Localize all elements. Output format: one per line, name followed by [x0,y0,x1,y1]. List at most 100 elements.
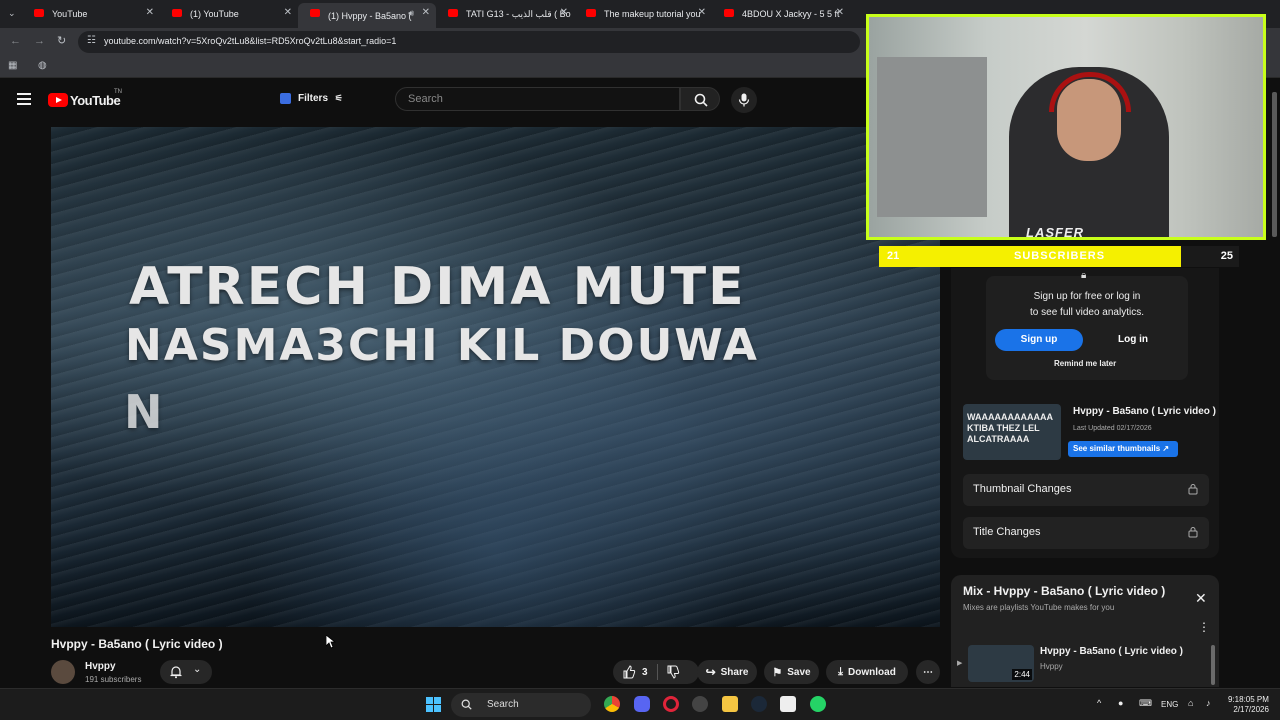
search-button[interactable] [680,87,720,111]
video-player[interactable]: ATRECH DIMA MUTE NASMA3CHI KIL DOUWA N [51,127,940,627]
mix-subtitle: Mixes are playlists YouTube makes for yo… [963,603,1115,612]
tab-title: (1) Hvppy - Ba5ano ( [328,10,412,21]
lyric-line-3: N [124,385,165,439]
youtube-favicon-icon [586,9,596,17]
opera-icon[interactable] [663,696,679,712]
tab-title: (1) YouTube [190,9,239,19]
mix-item-channel: Hvppy [1040,662,1063,671]
network-icon[interactable]: ⌂ [1188,698,1193,708]
more-options-icon[interactable]: ⋮ [1198,620,1210,634]
obs-icon[interactable] [692,696,708,712]
search-input[interactable]: Search [395,87,680,111]
language-indicator[interactable]: ENG [1161,700,1178,709]
search-icon [461,699,472,710]
back-icon[interactable]: ← [10,35,21,47]
tab-hvppy-active[interactable]: (1) Hvppy - Ba5ano ( 🔊︎ ✕ [298,3,436,28]
like-divider [656,664,658,680]
mix-scrollbar[interactable] [1211,645,1215,685]
channel-subscribers: 191 subscribers [85,675,142,684]
channel-avatar[interactable] [51,660,75,684]
subscriber-count: 21 [887,250,900,262]
save-label: Save [787,666,811,678]
title-changes-row[interactable]: Title Changes [963,517,1209,549]
tab-title: YouTube [52,9,88,19]
mouse-cursor-icon [326,635,336,649]
download-button[interactable]: ⤓ Download [826,660,908,684]
play-triangle-icon [56,97,62,103]
close-tab-icon[interactable]: ✕ [422,7,430,18]
remind-later-link[interactable]: Remind me later [1054,359,1116,368]
thumbs-up-icon[interactable] [622,665,636,679]
volume-icon[interactable]: ♪ [1206,698,1211,708]
taskbar-search-label: Search [487,699,519,710]
webcam-shelf [877,57,987,217]
microphone-icon [738,93,750,107]
lyric-line-1: ATRECH DIMA MUTE [129,257,746,317]
filters-button[interactable]: Filters ⚟ [276,88,351,110]
page-scrollbar[interactable] [1272,92,1277,237]
search-icon [694,93,708,107]
discord-icon[interactable] [634,696,650,712]
url-text: youtube.com/watch?v=5XroQv2tLu8&list=RD5… [104,36,397,46]
subscription-bell-button[interactable]: ⌄ [160,660,212,684]
menu-hamburger-icon[interactable] [17,93,31,105]
system-clock[interactable]: 9:18:05 PM 2/17/2026 [1228,695,1269,715]
steam-icon[interactable] [751,696,767,712]
tray-mic-icon[interactable]: ● [1118,698,1123,708]
sliders-icon: ⚟ [334,93,343,103]
channel-name[interactable]: Hvppy [85,661,116,672]
speaker-icon[interactable]: 🔊︎ [408,8,414,19]
youtube-favicon-icon [172,9,182,17]
mix-item-thumbnail[interactable]: 2:44 [968,645,1034,682]
youtube-favicon-icon [448,9,458,17]
thumbs-down-icon[interactable] [666,665,680,679]
tray-chevron-up-icon[interactable]: ^ [1097,698,1101,708]
close-tab-icon[interactable]: ✕ [836,7,844,18]
tray-keyboard-icon[interactable]: ⌨ [1139,698,1152,709]
last-updated-text: Last Updated 02/17/2026 [1073,425,1152,432]
close-tab-icon[interactable]: ✕ [698,7,706,18]
apps-grid-icon[interactable]: ▦ [8,60,17,71]
see-similar-thumbnails-button[interactable]: See similar thumbnails ↗ [1068,441,1178,457]
video-thumbnail[interactable]: WAAAAAAAAAAAA KTIBA THEZ LEL ALCATRAAAA [963,404,1061,460]
mix-item-title[interactable]: Hvppy - Ba5ano ( Lyric video ) [1040,646,1183,657]
signup-button[interactable]: Sign up [995,329,1083,351]
close-tab-icon[interactable]: ✕ [560,7,568,18]
tab-tati-g13[interactable]: TATI G13 - قلب الذيب ( Bo ✕ [436,3,574,25]
more-horizontal-icon: ⋯ [923,666,933,678]
tab-youtube-1[interactable]: YouTube ✕ [22,3,160,25]
clock-time: 9:18:05 PM [1228,695,1269,704]
tab-makeup-tutorial[interactable]: The makeup tutorial you ✕ [574,3,712,25]
terminal-icon[interactable] [780,696,796,712]
close-icon[interactable]: ✕ [1195,590,1207,607]
thumbnail-changes-row[interactable]: Thumbnail Changes [963,474,1209,506]
clock-date: 2/17/2026 [1233,705,1269,714]
filter-badge-icon [280,93,291,104]
close-tab-icon[interactable]: ✕ [146,7,154,18]
bookmark-globe-icon[interactable]: ◍ [38,60,47,71]
taskbar-search[interactable]: Search [451,693,591,717]
tab-4bdou[interactable]: 4BDOU X Jackyy - 5 5 ft ✕ [712,3,850,25]
reload-icon[interactable]: ↻ [57,34,66,47]
url-field[interactable]: ☷ youtube.com/watch?v=5XroQv2tLu8&list=R… [78,31,860,53]
like-count: 3 [642,666,648,678]
voice-search-button[interactable] [731,87,757,113]
tab-youtube-2[interactable]: (1) YouTube ✕ [160,3,298,25]
forward-icon[interactable]: → [34,35,45,47]
save-bookmark-icon: ⚑ [772,666,783,679]
thumbnail-text: WAAAAAAAAAAAA KTIBA THEZ LEL ALCATRAAAA [967,412,1053,444]
chrome-icon[interactable] [604,696,620,712]
login-button[interactable]: Log in [1092,329,1174,351]
site-info-icon[interactable]: ☷ [87,35,96,46]
file-explorer-icon[interactable] [722,696,738,712]
windows-start-icon[interactable] [426,697,441,712]
lock-icon [1188,484,1198,495]
region-code: TN [114,89,122,95]
whatsapp-icon[interactable] [810,696,826,712]
more-actions-button[interactable]: ⋯ [916,660,940,684]
tab-list-chevron-icon[interactable]: ⌄ [8,8,16,19]
save-button[interactable]: ⚑ Save [764,660,819,684]
close-tab-icon[interactable]: ✕ [284,7,292,18]
share-button[interactable]: ↪ Share [697,660,757,684]
chevron-down-icon: ⌄ [193,664,202,675]
